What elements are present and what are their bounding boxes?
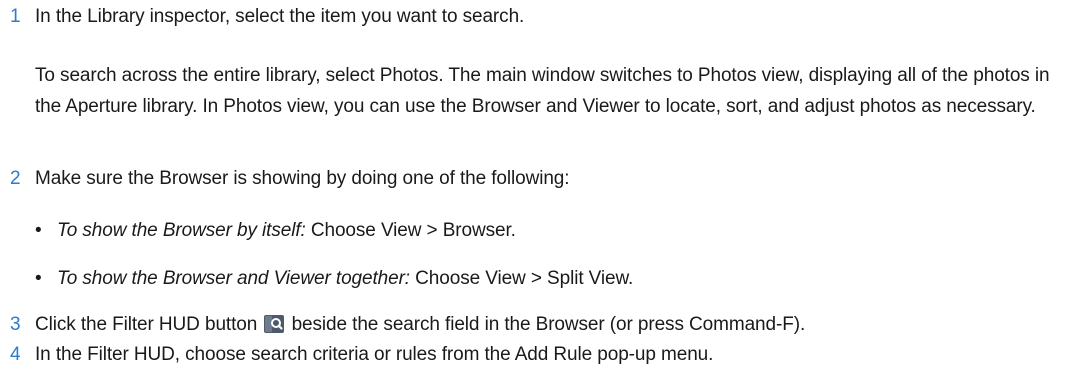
bullet-label: To show the Browser by itself:: [57, 220, 306, 241]
instruction-page: 1 In the Library inspector, select the i…: [0, 0, 1074, 373]
step-text: In the Library inspector, select the ite…: [35, 6, 525, 27]
step-text: In the Filter HUD, choose search criteri…: [35, 344, 714, 365]
bullet-label: To show the Browser and Viewer together:: [57, 268, 410, 289]
step-text: Click the Filter HUD button beside the s…: [35, 314, 805, 336]
step-number: 4: [10, 344, 21, 365]
filter-hud-icon: [264, 315, 285, 333]
step-number: 2: [10, 168, 21, 189]
bullet-item-split-view: • To show the Browser and Viewer together…: [35, 268, 633, 290]
step-text-after-icon: beside the search field in the Browser (…: [291, 314, 806, 335]
step-number: 3: [10, 314, 21, 335]
step-1-paragraph: To search across the entire library, sel…: [35, 65, 1050, 117]
step-text: Make sure the Browser is showing by doin…: [35, 168, 570, 189]
bullet-text: Choose View > Browser.: [310, 220, 516, 241]
bullet-item-browser: • To show the Browser by itself: Choose V…: [35, 220, 516, 242]
bullet-marker: •: [35, 220, 42, 241]
bullet-marker: •: [35, 268, 42, 289]
step-number: 1: [10, 6, 21, 27]
step-text-before-icon: Click the Filter HUD button: [35, 314, 258, 335]
bullet-text: Choose View > Split View.: [415, 268, 634, 289]
